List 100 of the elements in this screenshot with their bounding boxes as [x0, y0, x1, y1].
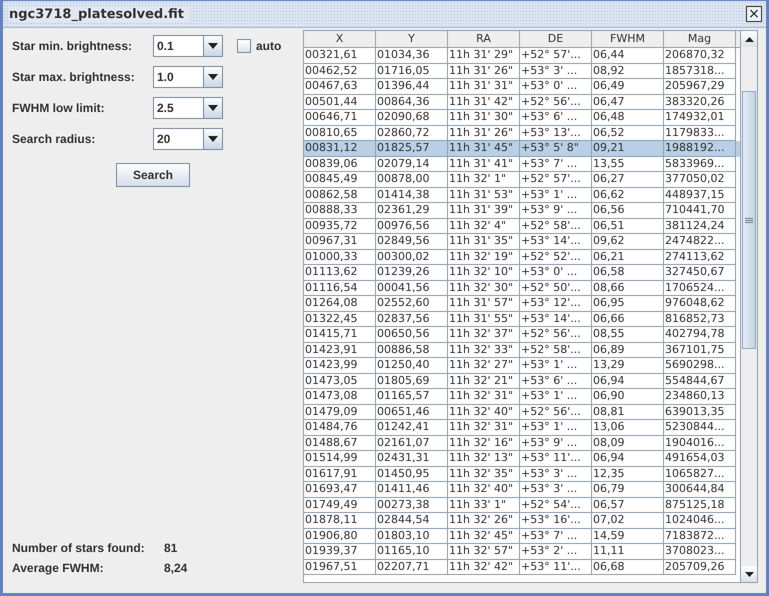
table-cell: 01906,80	[304, 528, 376, 544]
table-row[interactable]: 01749,49 00273,38 11h 33' 1" +52° 54'... 06,57 875125,18	[304, 498, 740, 513]
table-row[interactable]: 01484,76 01242,41 11h 32' 31" +53° 1' ... 13,06 5230844...	[304, 420, 740, 436]
table-cell: +52° 56'...	[520, 94, 592, 110]
table-cell: 06,62	[592, 188, 664, 203]
table-row[interactable]: 00462,52 01716,05 11h 31' 26" +53° 3' ... 08,92 1857318...	[304, 64, 740, 79]
table-cell: +53° 11'...	[520, 451, 592, 466]
table-row[interactable]: 00831,12 01825,57 11h 31' 45" +53° 5' 8" 09,21 1988192...	[304, 141, 740, 156]
table-cell: 327450,67	[664, 265, 736, 280]
table-row[interactable]: 01514,99 02431,31 11h 32' 13" +53° 11'... 06,94 491654,03	[304, 451, 740, 466]
table-cell: +52° 54'...	[520, 498, 592, 513]
column-header[interactable]: DE	[520, 31, 592, 47]
table-row[interactable]: 01322,45 02837,56 11h 31' 55" +53° 14'... 06,66 816852,73	[304, 312, 740, 327]
value-dropdown[interactable]: 20	[153, 128, 223, 150]
table-cell: +53° 1' ...	[520, 188, 592, 203]
table-cell: 01165,10	[376, 544, 448, 560]
scroll-up-button[interactable]	[741, 31, 757, 47]
table-cell: 00646,71	[304, 110, 376, 126]
value-dropdown[interactable]: 2.5	[153, 97, 223, 119]
table-cell: +53° 3' ...	[520, 64, 592, 79]
table-cell: 06,90	[592, 389, 664, 404]
table-row[interactable]: 01693,47 01411,46 11h 32' 40" +53° 3' ... 06,79 300644,84	[304, 482, 740, 498]
column-header[interactable]: Y	[376, 31, 448, 47]
table-cell: 01415,71	[304, 327, 376, 342]
table-cell: 11h 32' 57"	[448, 544, 520, 560]
table-cell: 11h 32' 4"	[448, 218, 520, 234]
close-button[interactable]: ×	[746, 6, 762, 22]
table-row[interactable]: 01939,37 01165,10 11h 32' 57" +53° 2' ... 11,11 3708023...	[304, 544, 740, 560]
table-row[interactable]: 00862,58 01414,38 11h 31' 53" +53° 1' ... 06,62 448937,15	[304, 188, 740, 203]
table-cell: 01967,51	[304, 560, 376, 575]
table-cell: 01479,09	[304, 404, 376, 420]
table-cell: +53° 12'...	[520, 296, 592, 312]
table-cell: 08,81	[592, 404, 664, 420]
table-row[interactable]: 01423,91 00886,58 11h 32' 33" +52° 58'... 06,89 367101,75	[304, 342, 740, 358]
table-cell: 01514,99	[304, 451, 376, 466]
table-row[interactable]: 01479,09 00651,46 11h 32' 40" +52° 56'... 08,81 639013,35	[304, 404, 740, 420]
table-cell: 639013,35	[664, 404, 736, 420]
table-row[interactable]: 01488,67 02161,07 11h 32' 16" +53° 9' ... 08,09 1904016...	[304, 436, 740, 451]
table-row[interactable]: 00845,49 00878,00 11h 32' 1" +52° 57'... 06,27 377050,02	[304, 172, 740, 188]
table-row[interactable]: 00888,33 02361,29 11h 31' 39" +53° 9' ... 06,56 710441,70	[304, 203, 740, 218]
table-row[interactable]: 01906,80 01803,10 11h 32' 45" +53° 7' ... 14,59 7183872...	[304, 528, 740, 544]
table-row[interactable]: 01878,11 02844,54 11h 32' 26" +53° 16'... 07,02 1024046...	[304, 513, 740, 528]
table-cell: 02837,56	[376, 312, 448, 327]
table-cell: 11h 31' 31"	[448, 79, 520, 94]
value-dropdown[interactable]: 0.1	[153, 35, 223, 57]
scroll-thumb[interactable]	[742, 91, 756, 349]
table-cell: +53° 7' ...	[520, 528, 592, 544]
table-cell: +52° 56'...	[520, 404, 592, 420]
table-cell: 11h 32' 42"	[448, 560, 520, 575]
table-row[interactable]: 01473,05 01805,69 11h 32' 21" +53° 6' ... 06,94 554844,67	[304, 374, 740, 389]
table-row[interactable]: 00467,63 01396,44 11h 31' 31" +53° 0' ... 06,49 205967,29	[304, 79, 740, 94]
table-cell: 11h 31' 29"	[448, 48, 520, 64]
table-row[interactable]: 01473,08 01165,57 11h 32' 31" +53° 1' ... 06,90 234860,13	[304, 389, 740, 404]
table-row[interactable]: 01113,62 01239,26 11h 32' 10" +53° 0' ... 06,58 327450,67	[304, 265, 740, 280]
vertical-scrollbar[interactable]	[740, 31, 757, 582]
window-title: ngc3718_platesolved.fit	[9, 6, 190, 22]
table-cell: 11h 32' 31"	[448, 420, 520, 436]
search-button[interactable]: Search	[116, 163, 190, 187]
table-row[interactable]: 01116,54 00041,56 11h 32' 30" +52° 50'... 08,66 1706524...	[304, 280, 740, 296]
table-cell: 11h 31' 45"	[448, 141, 520, 156]
table-row[interactable]: 01264,08 02552,60 11h 31' 57" +53° 12'... 06,95 976048,62	[304, 296, 740, 312]
table-row[interactable]: 01423,99 01250,40 11h 32' 27" +53° 1' ... 13,29 5690298...	[304, 358, 740, 374]
value-dropdown[interactable]: 1.0	[153, 66, 223, 88]
table-cell: 06,68	[592, 560, 664, 575]
auto-checkbox[interactable]: auto	[237, 39, 282, 53]
table-cell: 11h 31' 41"	[448, 156, 520, 172]
column-header[interactable]: RA	[448, 31, 520, 47]
table-cell: 01411,46	[376, 482, 448, 498]
column-header[interactable]: Mag	[664, 31, 736, 47]
table-row[interactable]: 00501,44 00864,36 11h 31' 42" +52° 56'... 06,47 383320,26	[304, 94, 740, 110]
table-row[interactable]: 01415,71 00650,56 11h 32' 37" +52° 56'... 08,55 402794,78	[304, 327, 740, 342]
table-cell: 01414,38	[376, 188, 448, 203]
table-row[interactable]: 01967,51 02207,71 11h 32' 42" +53° 11'... 06,68 205709,26	[304, 560, 740, 575]
table-row[interactable]: 01000,33 00300,02 11h 32' 19" +52° 52'... 06,21 274113,62	[304, 250, 740, 265]
table-row[interactable]: 00967,31 02849,56 11h 31' 35" +53° 14'... 09,62 2474822...	[304, 234, 740, 250]
column-header[interactable]: X	[304, 31, 376, 47]
scroll-down-button[interactable]	[741, 566, 757, 582]
table-cell: 01264,08	[304, 296, 376, 312]
dropdown-arrow-icon	[208, 43, 218, 49]
table-cell: 01939,37	[304, 544, 376, 560]
setting-label: Search radius:	[12, 132, 96, 146]
table-cell: 06,58	[592, 265, 664, 280]
table-row[interactable]: 01617,91 01450,95 11h 32' 35" +53° 3' ... 12,35 1065827...	[304, 466, 740, 482]
table-cell: 06,49	[592, 79, 664, 94]
table-cell: 01165,57	[376, 389, 448, 404]
table-cell: 174932,01	[664, 110, 736, 126]
table-cell: 01000,33	[304, 250, 376, 265]
table-row[interactable]: 00321,61 01034,36 11h 31' 29" +52° 57'... 06,44 206870,32	[304, 48, 740, 64]
table-cell: 00967,31	[304, 234, 376, 250]
table-cell: 13,06	[592, 420, 664, 436]
table-cell: 09,62	[592, 234, 664, 250]
table-row[interactable]: 00935,72 00976,56 11h 32' 4" +52° 58'... 06,51 381124,24	[304, 218, 740, 234]
table-row[interactable]: 00646,71 02090,68 11h 31' 30" +53° 6' ... 06,48 174932,01	[304, 110, 740, 126]
table-cell: 11h 32' 13"	[448, 451, 520, 466]
table-cell: 01034,36	[376, 48, 448, 64]
table-cell: 13,55	[592, 156, 664, 172]
table-row[interactable]: 00839,06 02079,14 11h 31' 41" +53° 7' ... 13,55 5833969...	[304, 156, 740, 172]
table-cell: 01803,10	[376, 528, 448, 544]
column-header[interactable]: FWHM	[592, 31, 664, 47]
table-cell: 1706524...	[664, 280, 736, 296]
